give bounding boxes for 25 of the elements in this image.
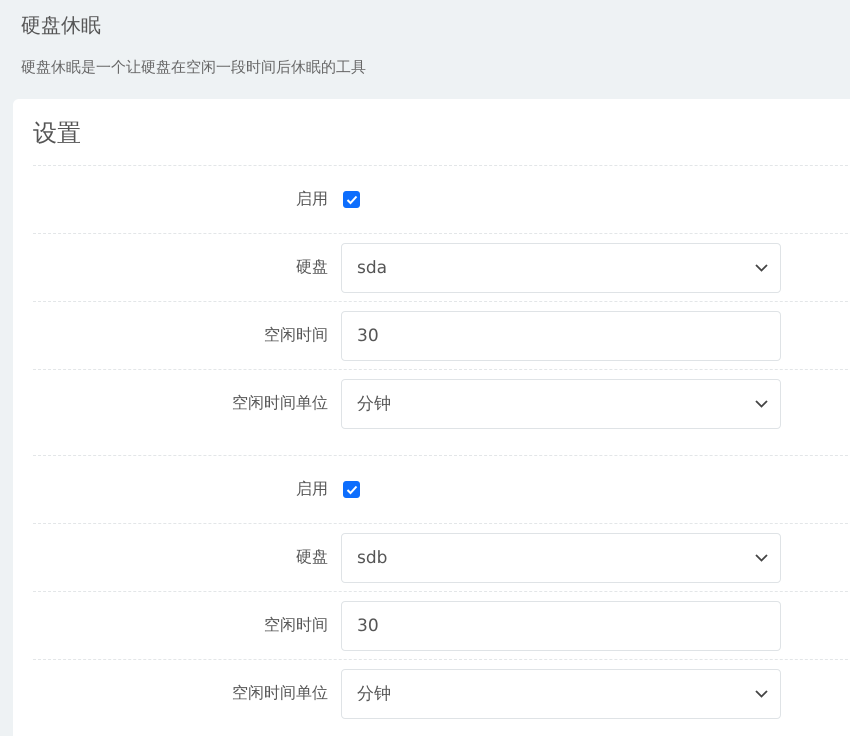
checkmark-icon — [346, 484, 358, 494]
page-title: 硬盘休眠 — [21, 12, 102, 39]
page-description: 硬盘休眠是一个让硬盘在空闲一段时间后休眠的工具 — [21, 57, 367, 77]
select-field[interactable]: sdb — [341, 532, 781, 582]
select-field[interactable]: sda — [341, 242, 781, 292]
chevron-down-icon — [755, 264, 768, 272]
input-field[interactable]: 30 — [341, 600, 781, 650]
field-label: 硬盘 — [295, 257, 328, 278]
field-label: 启用 — [295, 189, 328, 210]
field-label: 空闲时间单位 — [231, 683, 328, 704]
input-field[interactable]: 30 — [341, 310, 781, 360]
card-title: 设置 — [33, 118, 82, 149]
field-label: 空闲时间 — [263, 325, 328, 346]
chevron-down-icon — [755, 554, 768, 562]
select-field[interactable]: 分钟 — [341, 378, 781, 428]
field-label: 启用 — [295, 479, 328, 500]
field-label: 硬盘 — [295, 547, 328, 568]
field-label: 空闲时间 — [263, 615, 328, 636]
checkbox[interactable] — [343, 191, 360, 208]
field-label: 空闲时间单位 — [231, 393, 328, 414]
chevron-down-icon — [755, 400, 768, 408]
checkbox[interactable] — [343, 481, 360, 498]
checkmark-icon — [346, 194, 358, 204]
chevron-down-icon — [755, 690, 768, 698]
select-field[interactable]: 分钟 — [341, 668, 781, 718]
